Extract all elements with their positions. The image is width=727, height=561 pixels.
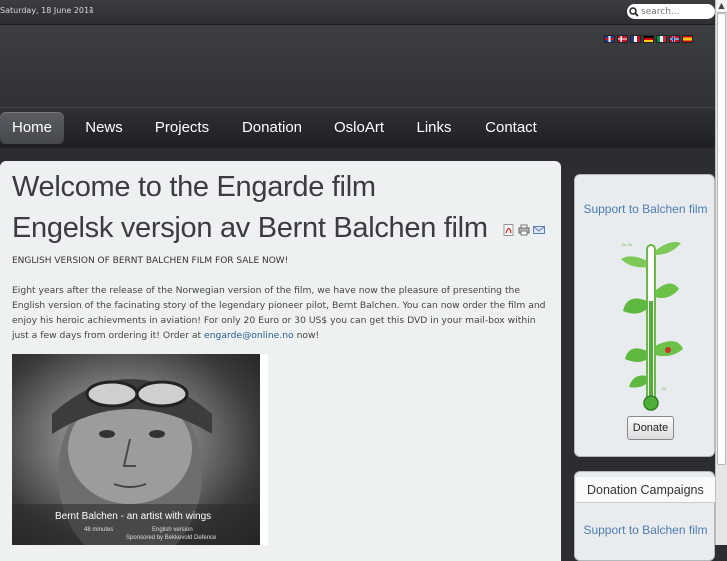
- photo-minutes: 48 minutes: [84, 527, 114, 533]
- flag-it-icon[interactable]: [656, 35, 667, 43]
- search-input[interactable]: [641, 6, 707, 17]
- nav-donation[interactable]: Donation: [234, 112, 310, 144]
- donate-button[interactable]: Donate: [627, 416, 674, 440]
- email-link[interactable]: engarde@online.no: [204, 330, 294, 341]
- email-icon[interactable]: [533, 224, 545, 236]
- article-headline: ENGLISH VERSION OF BERNT BALCHEN FILM FO…: [12, 256, 289, 266]
- article-body: Eight years after the release of the Nor…: [12, 283, 552, 343]
- donation-thermometer-icon: ≈≈ ≈: [621, 241, 683, 411]
- donation-campaigns-header: Donation Campaigns: [576, 477, 715, 503]
- balchen-photo: Bernt Balchen - an artist with wings 48 …: [12, 354, 260, 545]
- campaign-title[interactable]: Support to Balchen film: [575, 524, 716, 537]
- nav-projects[interactable]: Projects: [148, 112, 216, 144]
- scroll-thumb[interactable]: [717, 13, 726, 465]
- flag-fr-icon[interactable]: [630, 35, 641, 43]
- top-bar: Saturday, 18 June 2011 ▪: [0, 0, 727, 25]
- print-icon[interactable]: [518, 224, 530, 236]
- main-navigation: Home News Projects Donation OsloArt Link…: [0, 107, 715, 148]
- flag-de-icon[interactable]: [643, 35, 654, 43]
- nav-home[interactable]: Home: [0, 112, 64, 144]
- svg-text:≈: ≈: [661, 385, 667, 393]
- date-separator-icon: ▪: [89, 7, 94, 15]
- donation-box-title[interactable]: Support to Balchen film: [575, 203, 716, 216]
- photo-language: English version: [152, 527, 193, 533]
- page-title: Welcome to the Engarde film: [12, 171, 376, 203]
- article-title[interactable]: Engelsk versjon av Bernt Balchen film: [12, 212, 488, 245]
- vertical-scrollbar[interactable]: ▲: [715, 0, 727, 545]
- flag-no-icon[interactable]: [669, 35, 680, 43]
- nav-news[interactable]: News: [78, 112, 130, 144]
- search-box[interactable]: [627, 4, 715, 19]
- flag-gb-icon[interactable]: [604, 35, 615, 43]
- language-flags: [604, 35, 693, 43]
- donation-box: Support to Balchen film ≈≈ ≈: [574, 174, 715, 457]
- photo-border: [260, 354, 268, 545]
- pdf-icon[interactable]: [503, 224, 515, 236]
- scroll-up-icon[interactable]: ▲: [716, 0, 727, 13]
- nav-osloart[interactable]: OsloArt: [328, 112, 390, 144]
- flag-dk-icon[interactable]: [617, 35, 628, 43]
- article-body-end: now!: [296, 330, 320, 341]
- nav-links[interactable]: Links: [410, 112, 458, 144]
- svg-text:≈≈: ≈≈: [621, 241, 633, 249]
- search-icon: [627, 6, 641, 17]
- nav-contact[interactable]: Contact: [478, 112, 544, 144]
- article-tools: [503, 224, 545, 236]
- photo-sponsor: Sponsored by Bekkevold Defence: [126, 535, 217, 541]
- current-date: Saturday, 18 June 2011: [0, 6, 95, 15]
- flag-es-icon[interactable]: [682, 35, 693, 43]
- photo-caption: Bernt Balchen - an artist with wings: [55, 511, 212, 522]
